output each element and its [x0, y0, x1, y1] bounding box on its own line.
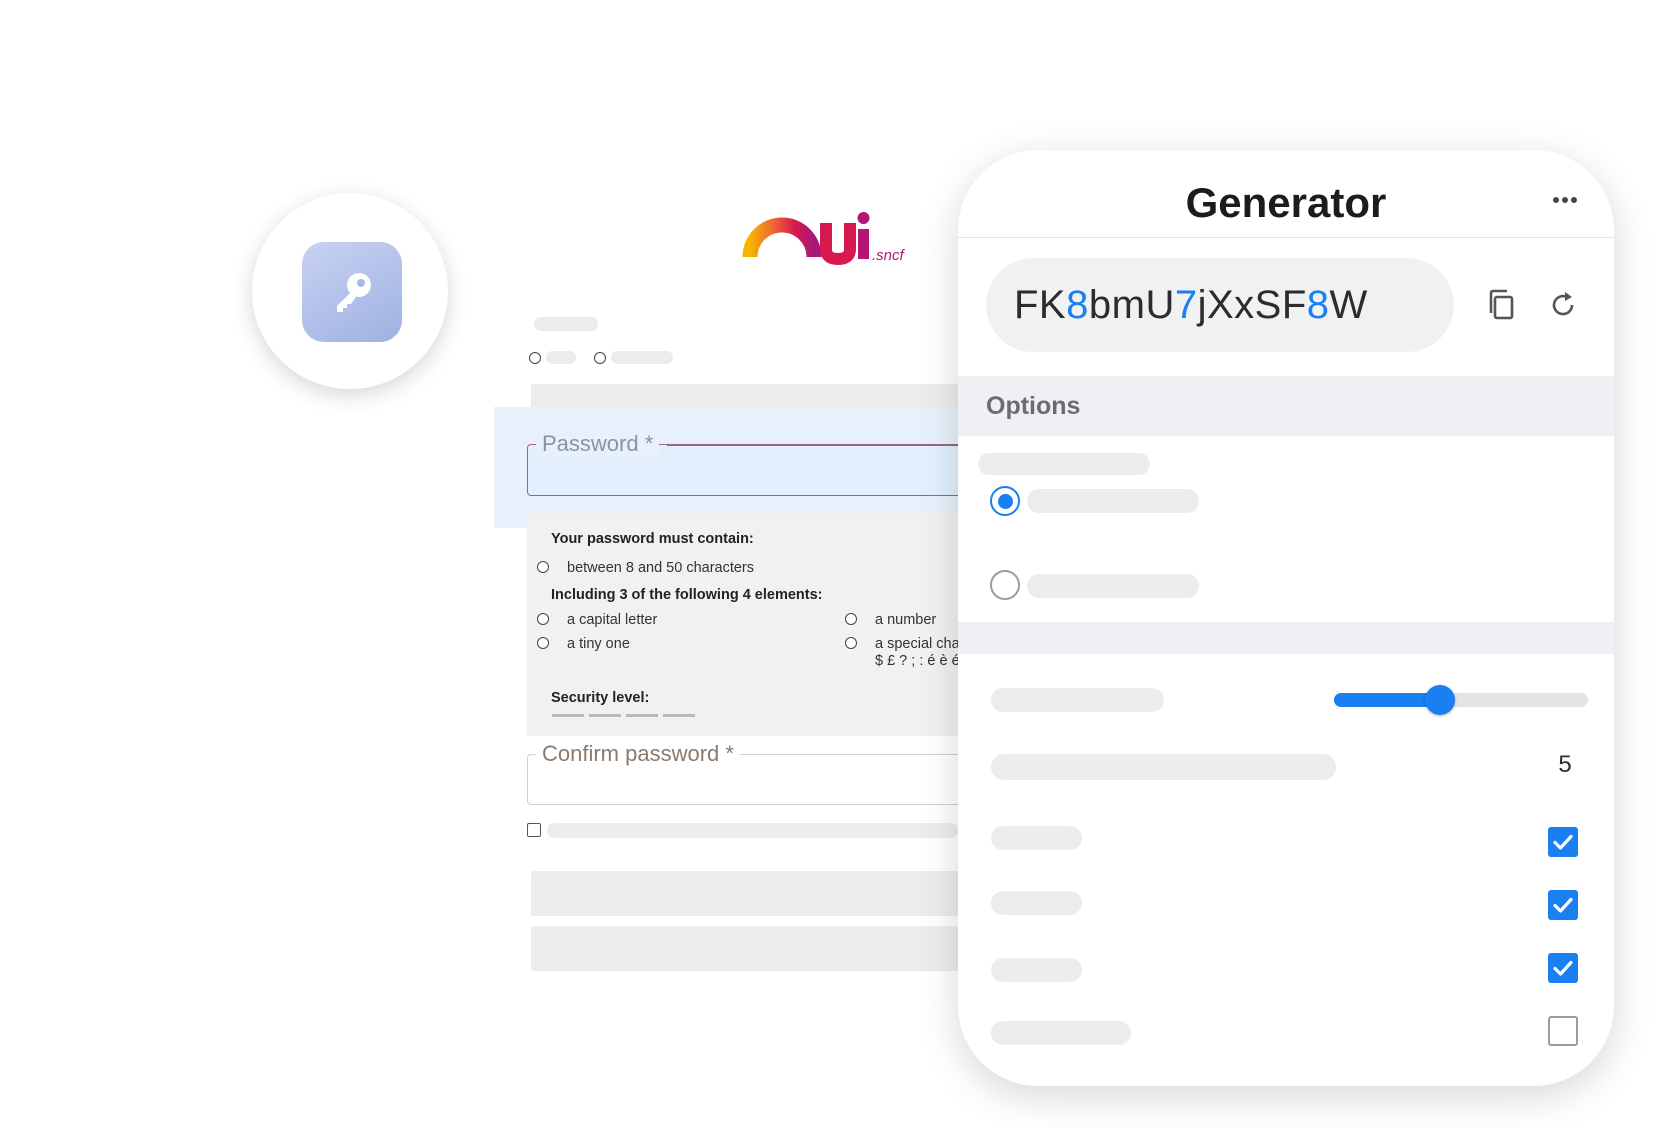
- security-bar-3: [626, 714, 658, 717]
- option-checkbox-1[interactable]: [1548, 827, 1578, 857]
- form-button-placeholder-1[interactable]: [531, 871, 958, 916]
- rule-special-icon: [845, 637, 857, 649]
- form-radio-2[interactable]: [594, 352, 606, 364]
- checkbox-2-label: [991, 891, 1082, 915]
- checkmark-icon: [1553, 897, 1573, 913]
- generator-panel: Generator FK8bmU7jXxSF8W Options 5: [958, 150, 1614, 1086]
- form-radio-1-label: [546, 351, 576, 364]
- rule-tiny-icon: [537, 637, 549, 649]
- option-radio-1[interactable]: [990, 486, 1020, 516]
- logo-suffix: .sncf: [872, 247, 906, 264]
- password-digit: 8: [1066, 283, 1089, 327]
- form-checkbox-label: [547, 823, 958, 838]
- password-digit: 8: [1306, 283, 1330, 327]
- option-checkbox-3[interactable]: [1548, 953, 1578, 983]
- rule-capital-icon: [537, 613, 549, 625]
- refresh-icon[interactable]: [1546, 288, 1580, 322]
- form-radio-2-label: [611, 351, 673, 364]
- rule-number: a number: [875, 612, 937, 628]
- confirm-password-label: Confirm password *: [536, 741, 740, 767]
- slider-thumb[interactable]: [1425, 685, 1456, 715]
- password-label: Password *: [536, 431, 660, 457]
- password-border-top: [667, 444, 958, 446]
- checkbox-3-label: [991, 958, 1082, 982]
- options-label: Options: [986, 392, 1081, 420]
- checkbox-1-label: [991, 826, 1082, 850]
- form-button-placeholder-2[interactable]: [531, 926, 958, 971]
- rule-capital: a capital letter: [567, 612, 658, 628]
- option-radio-2[interactable]: [990, 570, 1020, 600]
- generated-password-text: FK8bmU7jXxSF8W: [1014, 283, 1368, 328]
- security-level-label: Security level:: [551, 690, 650, 706]
- password-letters: bmU: [1088, 283, 1175, 327]
- copy-icon[interactable]: [1485, 288, 1519, 322]
- option-checkbox-2[interactable]: [1548, 890, 1578, 920]
- form-radio-1[interactable]: [529, 352, 541, 364]
- rule-length: between 8 and 50 characters: [567, 560, 755, 576]
- rules-title: Your password must contain:: [551, 531, 754, 547]
- rules-subtitle: Including 3 of the following 4 elements:: [551, 587, 823, 603]
- password-letters: W: [1329, 283, 1368, 327]
- password-digit: 7: [1174, 283, 1198, 327]
- option-radio-1-label: [1027, 489, 1199, 513]
- form-checkbox[interactable]: [527, 823, 541, 837]
- option-radio-2-label: [1027, 574, 1199, 598]
- form-placeholder-title: [534, 317, 598, 331]
- rule-number-icon: [845, 613, 857, 625]
- checkbox-4-label: [991, 1021, 1131, 1045]
- section-divider: [958, 622, 1614, 654]
- password-letters: jXxSF: [1197, 283, 1307, 327]
- checkmark-icon: [1553, 960, 1573, 976]
- oui-sncf-logo: .sncf: [742, 205, 932, 275]
- rule-special: a special cha: [875, 636, 958, 652]
- key-icon: [302, 242, 402, 342]
- password-letters: FK: [1014, 283, 1067, 327]
- more-horizontal-icon[interactable]: [1552, 192, 1578, 203]
- length-label: [991, 688, 1164, 712]
- rule-tiny: a tiny one: [567, 636, 630, 652]
- checkmark-icon: [1553, 834, 1573, 850]
- security-bar-2: [589, 714, 621, 717]
- security-bar-1: [552, 714, 584, 717]
- rule-length-icon: [537, 561, 549, 573]
- length-slider[interactable]: [1334, 685, 1588, 715]
- security-bar-4: [663, 714, 695, 717]
- count-label: [991, 754, 1336, 780]
- option-group-title: [978, 453, 1150, 475]
- count-value[interactable]: 5: [1550, 751, 1580, 779]
- rule-special-chars: $ £ ? ; : é è é: [875, 653, 958, 669]
- header-divider: [958, 237, 1614, 238]
- generator-title: Generator: [1185, 179, 1387, 226]
- option-checkbox-4[interactable]: [1548, 1016, 1578, 1046]
